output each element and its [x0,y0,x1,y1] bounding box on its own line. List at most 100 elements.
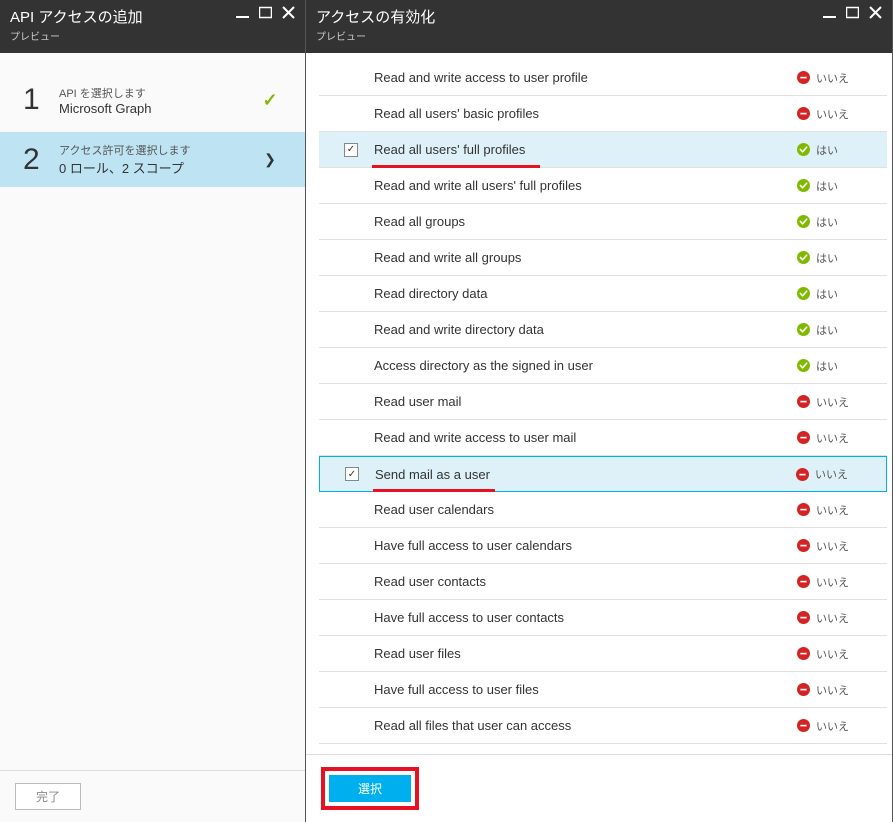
status-text: いいえ [816,610,849,626]
permission-name: Read directory data [374,286,797,301]
left-panel-header: API アクセスの追加 プレビュー [0,0,305,53]
status-no-icon [797,431,810,444]
select-button[interactable]: 選択 [329,775,411,802]
permission-row[interactable]: Read and write directory dataはい [319,312,887,348]
status-no-icon [797,611,810,624]
permission-status: はい [797,250,872,266]
permission-status: いいえ [797,394,872,410]
status-text: いいえ [816,682,849,698]
permission-name: Read all groups [374,214,797,229]
permission-status: いいえ [797,574,872,590]
maximize-icon[interactable] [259,6,272,19]
right-panel-body: Read and write access to user profileいいえ… [306,53,892,754]
permission-row[interactable]: Read user mailいいえ [319,384,887,420]
permission-row[interactable]: Read and write access to user profileいいえ [319,60,887,96]
status-no-icon [797,107,810,120]
left-panel-title: API アクセスの追加 [10,6,143,27]
maximize-icon[interactable] [846,6,859,19]
done-button[interactable]: 完了 [15,783,81,810]
status-text: いいえ [816,394,849,410]
permission-row[interactable]: Read all users' basic profilesいいえ [319,96,887,132]
permission-row[interactable]: Read and write all users' full profilesは… [319,168,887,204]
permission-row[interactable]: ✓Send mail as a userいいえ [319,456,887,492]
permission-name: Read and write all users' full profiles [374,178,797,193]
status-no-icon [797,395,810,408]
permission-row[interactable]: Read and write access to user mailいいえ [319,420,887,456]
permission-list: Read and write access to user profileいいえ… [311,53,892,754]
check-icon: ✓ [262,90,277,111]
permission-name: Read user contacts [374,574,797,589]
permission-name: Read and write all groups [374,250,797,265]
status-text: はい [816,322,838,338]
step-2[interactable]: 2アクセス許可を選択します0 ロール、2 スコープ❯ [0,132,305,187]
right-panel-footer: 選択 [306,754,892,822]
left-panel-subtitle: プレビュー [10,28,143,43]
step-value: 0 ロール、2 スコープ [59,158,258,177]
permission-row[interactable]: Read user calendarsいいえ [319,492,887,528]
permission-status: いいえ [797,610,872,626]
right-panel-title: アクセスの有効化 [316,6,435,27]
left-panel: API アクセスの追加 プレビュー 1API を選択しますMicrosoft G… [0,0,306,822]
permission-status: いいえ [797,538,872,554]
right-header-controls [823,6,882,19]
status-no-icon [797,647,810,660]
status-no-icon [797,719,810,732]
left-panel-body: 1API を選択しますMicrosoft Graph✓2アクセス許可を選択します… [0,53,305,770]
permission-status: いいえ [797,718,872,734]
status-text: はい [816,286,838,302]
status-text: いいえ [816,502,849,518]
status-no-icon [797,539,810,552]
permission-name: Read user files [374,646,797,661]
status-text: はい [816,358,838,374]
left-panel-footer: 完了 [0,770,305,822]
minimize-icon[interactable] [823,6,836,19]
permission-status: はい [797,214,872,230]
permission-status: はい [797,322,872,338]
close-icon[interactable] [282,6,295,19]
permission-name: Read all users' full profiles [374,142,797,157]
minimize-icon[interactable] [236,6,249,19]
step-value: Microsoft Graph [59,101,258,116]
permission-status: いいえ [797,646,872,662]
status-text: いいえ [816,718,849,734]
status-text: はい [816,214,838,230]
permission-status: はい [797,358,872,374]
status-no-icon [797,575,810,588]
step-1[interactable]: 1API を選択しますMicrosoft Graph✓ [5,73,300,127]
status-no-icon [796,468,809,481]
steps-list: 1API を選択しますMicrosoft Graph✓2アクセス許可を選択します… [0,53,305,207]
step-number: 2 [23,143,53,177]
right-panel-header: アクセスの有効化 プレビュー [306,0,892,53]
permission-name: Have full access to user calendars [374,538,797,553]
status-no-icon [797,71,810,84]
permission-name: Have full access to user contacts [374,610,797,625]
permission-scroll[interactable]: Read and write access to user profileいいえ… [311,53,892,754]
permission-row[interactable]: ✓Read all users' full profilesはい [319,132,887,168]
permission-row[interactable]: Read all groups はい [319,204,887,240]
permission-row[interactable]: Read all files that user can accessいいえ [319,708,887,744]
permission-checkbox[interactable]: ✓ [344,143,358,157]
step-number: 1 [23,83,53,117]
status-yes-icon [797,143,810,156]
permission-status: いいえ [797,70,872,86]
permission-row[interactable]: Have full access to user calendarsいいえ [319,528,887,564]
permission-row[interactable]: Read directory data はい [319,276,887,312]
status-text: はい [816,250,838,266]
right-panel-subtitle: プレビュー [316,28,435,43]
permission-row[interactable]: Read user contactsいいえ [319,564,887,600]
status-text: いいえ [816,106,849,122]
permission-row[interactable]: Read and write all groups はい [319,240,887,276]
select-button-highlight: 選択 [321,767,419,810]
permission-status: はい [797,286,872,302]
close-icon[interactable] [869,6,882,19]
status-text: いいえ [815,466,848,482]
permission-row[interactable]: Have full access to user filesいいえ [319,672,887,708]
permission-checkbox[interactable]: ✓ [345,467,359,481]
permission-row[interactable]: Have full access to user contacts いいえ [319,600,887,636]
permission-status: はい [797,178,872,194]
permission-row[interactable]: Access directory as the signed in userはい [319,348,887,384]
step-label: アクセス許可を選択します [59,142,258,158]
status-yes-icon [797,179,810,192]
status-text: いいえ [816,430,849,446]
permission-row[interactable]: Read user filesいいえ [319,636,887,672]
